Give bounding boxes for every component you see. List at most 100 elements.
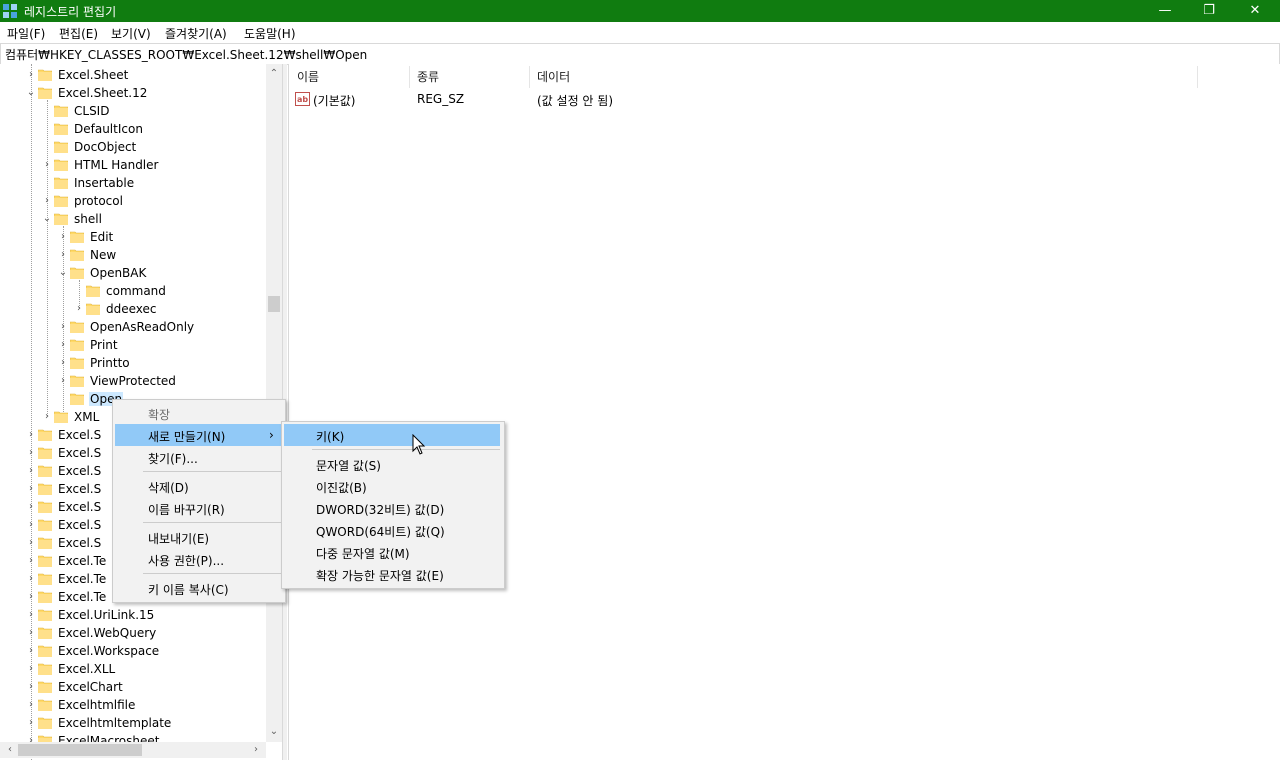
tree-node-label[interactable]: HTML Handler xyxy=(73,158,159,172)
tree-node-label[interactable]: OpenAsReadOnly xyxy=(89,320,195,334)
menu-favorites[interactable]: 즐겨찾기(A) xyxy=(165,25,227,42)
tree-node[interactable]: › ViewProtected xyxy=(0,372,266,390)
tree-node[interactable]: › Print xyxy=(0,336,266,354)
tree-node[interactable]: › ddeexec xyxy=(0,300,266,318)
submenu-item-string-value[interactable]: 문자열 값(S) xyxy=(284,453,500,475)
scroll-left-icon[interactable]: ‹ xyxy=(2,742,18,758)
collapsed-chevron-icon[interactable]: › xyxy=(57,246,69,264)
tree-node-label[interactable]: Excel.Te xyxy=(57,590,107,604)
address-path[interactable]: 컴퓨터₩HKEY_CLASSES_ROOT₩Excel.Sheet.12₩she… xyxy=(5,46,367,63)
close-button[interactable]: ✕ xyxy=(1232,0,1278,22)
collapsed-chevron-icon[interactable] xyxy=(41,174,53,192)
tree-node-label[interactable]: Excel.S xyxy=(57,464,102,478)
collapsed-chevron-icon[interactable]: › xyxy=(25,714,37,732)
submenu-item-binary-value[interactable]: 이진값(B) xyxy=(284,475,500,497)
scroll-down-icon[interactable]: ⌄ xyxy=(266,724,282,740)
tree-node[interactable]: › Excel.Workspace xyxy=(0,642,266,660)
tree-node-label[interactable]: Excel.S xyxy=(57,428,102,442)
tree-node-label[interactable]: Excel.Te xyxy=(57,554,107,568)
collapsed-chevron-icon[interactable]: › xyxy=(57,228,69,246)
collapsed-chevron-icon[interactable]: › xyxy=(25,66,37,84)
menu-view[interactable]: 보기(V) xyxy=(111,25,151,42)
collapsed-chevron-icon[interactable]: › xyxy=(41,408,53,426)
tree-node-label[interactable]: Excel.Te xyxy=(57,572,107,586)
tree-node[interactable]: command xyxy=(0,282,266,300)
tree-node-label[interactable]: Print xyxy=(89,338,119,352)
collapsed-chevron-icon[interactable] xyxy=(73,282,85,300)
collapsed-chevron-icon[interactable] xyxy=(57,390,69,408)
tree-node[interactable]: › Printto xyxy=(0,354,266,372)
tree-node-label[interactable]: Excel.Sheet.12 xyxy=(57,86,148,100)
expanded-chevron-icon[interactable]: ⌄ xyxy=(57,264,69,282)
collapsed-chevron-icon[interactable]: › xyxy=(25,606,37,624)
tree-node-label[interactable]: Edit xyxy=(89,230,114,244)
tree-node-label[interactable]: shell xyxy=(73,212,103,226)
collapsed-chevron-icon[interactable]: › xyxy=(25,534,37,552)
submenu-item-qword-value[interactable]: QWORD(64비트) 값(Q) xyxy=(284,519,500,541)
tree-node[interactable]: › ExcelChart xyxy=(0,678,266,696)
tree-node-label[interactable]: Excelhtmltemplate xyxy=(57,716,172,730)
tree-node-label[interactable]: Insertable xyxy=(73,176,135,190)
tree-node-label[interactable]: Excelhtmlfile xyxy=(57,698,136,712)
menu-edit[interactable]: 편집(E) xyxy=(59,25,98,42)
collapsed-chevron-icon[interactable]: › xyxy=(25,516,37,534)
menu-item-permissions[interactable]: 사용 권한(P)... xyxy=(115,548,283,570)
tree-node[interactable]: › Edit xyxy=(0,228,266,246)
collapsed-chevron-icon[interactable]: › xyxy=(25,696,37,714)
tree-node[interactable]: › Excel.XLL xyxy=(0,660,266,678)
expanded-chevron-icon[interactable]: ⌄ xyxy=(25,84,37,102)
collapsed-chevron-icon[interactable]: › xyxy=(25,552,37,570)
tree-node-label[interactable]: Excel.S xyxy=(57,482,102,496)
menu-item-copy-key-name[interactable]: 키 이름 복사(C) xyxy=(115,577,283,599)
collapsed-chevron-icon[interactable]: › xyxy=(25,480,37,498)
submenu-item-multi-string-value[interactable]: 다중 문자열 값(M) xyxy=(284,541,500,563)
menu-item-export[interactable]: 내보내기(E) xyxy=(115,526,283,548)
column-header-name[interactable]: 이름 xyxy=(297,68,319,85)
minimize-button[interactable]: — xyxy=(1142,0,1188,22)
tree-node[interactable]: DefaultIcon xyxy=(0,120,266,138)
expanded-chevron-icon[interactable]: ⌄ xyxy=(41,210,53,228)
menu-item-find[interactable]: 찾기(F)... xyxy=(115,446,283,468)
tree-node[interactable]: › Excel.WebQuery xyxy=(0,624,266,642)
tree-node[interactable]: ⌄ shell xyxy=(0,210,266,228)
scroll-thumb-horizontal[interactable] xyxy=(18,744,142,756)
tree-node-label[interactable]: New xyxy=(89,248,117,262)
tree-node-label[interactable]: CLSID xyxy=(73,104,110,118)
tree-node-label[interactable]: Excel.Workspace xyxy=(57,644,160,658)
tree-node[interactable]: › OpenAsReadOnly xyxy=(0,318,266,336)
tree-node[interactable]: › HTML Handler xyxy=(0,156,266,174)
tree-node[interactable]: › Excel.UriLink.15 xyxy=(0,606,266,624)
tree-node-label[interactable]: OpenBAK xyxy=(89,266,147,280)
collapsed-chevron-icon[interactable]: › xyxy=(25,660,37,678)
tree-node-label[interactable]: ViewProtected xyxy=(89,374,177,388)
tree-node-label[interactable]: Excel.Sheet xyxy=(57,68,129,82)
menu-item-rename[interactable]: 이름 바꾸기(R) xyxy=(115,497,283,519)
tree-node[interactable]: › Excelhtmlfile xyxy=(0,696,266,714)
tree-node-label[interactable]: command xyxy=(105,284,167,298)
collapsed-chevron-icon[interactable]: › xyxy=(25,624,37,642)
tree-node[interactable]: CLSID xyxy=(0,102,266,120)
column-divider[interactable] xyxy=(529,66,530,88)
tree-node-label[interactable]: ExcelChart xyxy=(57,680,124,694)
collapsed-chevron-icon[interactable] xyxy=(41,120,53,138)
collapsed-chevron-icon[interactable]: › xyxy=(25,642,37,660)
tree-node[interactable]: › protocol xyxy=(0,192,266,210)
address-bar[interactable]: 컴퓨터₩HKEY_CLASSES_ROOT₩Excel.Sheet.12₩she… xyxy=(0,43,1280,65)
collapsed-chevron-icon[interactable]: › xyxy=(25,678,37,696)
tree-node-label[interactable]: Excel.WebQuery xyxy=(57,626,157,640)
tree-node[interactable]: › Excelhtmltemplate xyxy=(0,714,266,732)
menu-help[interactable]: 도움말(H) xyxy=(244,25,296,42)
tree-node-label[interactable]: Excel.S xyxy=(57,536,102,550)
menu-item-new[interactable]: 새로 만들기(N) › xyxy=(115,424,283,446)
tree-node-label[interactable]: DocObject xyxy=(73,140,137,154)
menu-file[interactable]: 파일(F) xyxy=(7,25,45,42)
tree-node-label[interactable]: DefaultIcon xyxy=(73,122,144,136)
scroll-up-icon[interactable]: ⌃ xyxy=(266,66,282,82)
collapsed-chevron-icon[interactable]: › xyxy=(25,426,37,444)
tree-node-label[interactable]: Excel.S xyxy=(57,446,102,460)
collapsed-chevron-icon[interactable] xyxy=(41,138,53,156)
tree-node-label[interactable]: ddeexec xyxy=(105,302,158,316)
tree-node-label[interactable]: Excel.S xyxy=(57,518,102,532)
submenu-item-expandable-string-value[interactable]: 확장 가능한 문자열 값(E) xyxy=(284,563,500,585)
menu-item-delete[interactable]: 삭제(D) xyxy=(115,475,283,497)
